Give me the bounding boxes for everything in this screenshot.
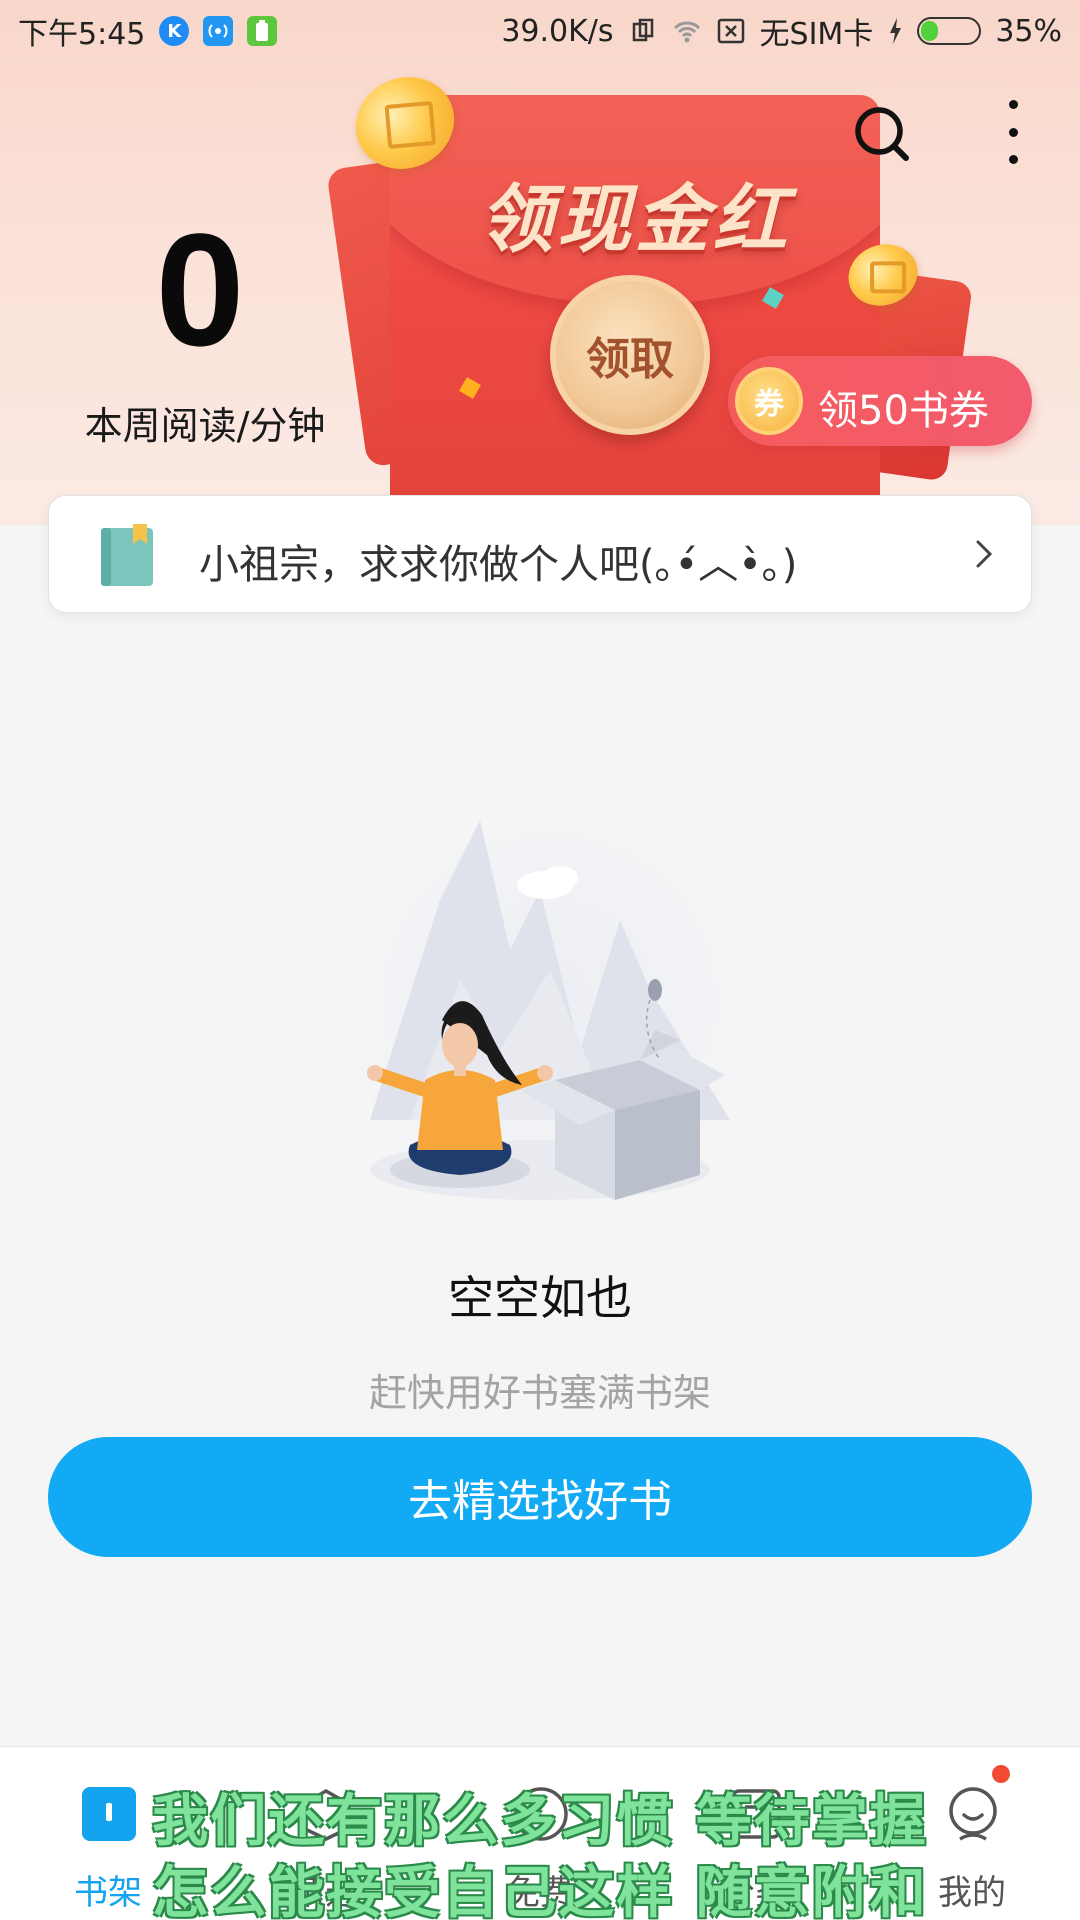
search-icon[interactable] <box>852 104 912 164</box>
battery-saver-icon <box>247 16 278 46</box>
sim-status: 无SIM卡 <box>759 17 874 52</box>
status-bar: 下午5:45 K 39.0K/s 无SIM卡 35% <box>0 0 1080 62</box>
kugou-icon: K <box>159 16 190 46</box>
notice-card[interactable]: 小祖宗，求求你做个人吧(｡•́︿•̀｡) <box>48 495 1032 613</box>
empty-shelf-illustration <box>355 820 745 1215</box>
voucher-label: 领50书券 <box>818 388 989 434</box>
book-icon <box>101 524 153 586</box>
status-time: 下午5:45 <box>18 17 146 52</box>
weekly-reading-label: 本周阅读/分钟 <box>84 404 326 448</box>
chevron-right-icon <box>976 540 993 568</box>
weekly-reading-minutes: 0 <box>155 200 245 379</box>
lyric-overlay-line-1: 我们还有那么多习惯 等待掌握 <box>152 1789 928 1854</box>
battery-icon <box>917 17 982 45</box>
data-transfer-icon <box>632 18 653 42</box>
empty-state-title: 空空如也 <box>448 1271 632 1325</box>
battery-percent: 35% <box>995 13 1062 49</box>
more-options-icon[interactable] <box>998 100 1028 164</box>
voucher-coin-icon: 券 <box>735 367 803 435</box>
wifi-icon <box>673 21 700 43</box>
notice-text: 小祖宗，求求你做个人吧(｡•́︿•̀｡) <box>199 542 798 588</box>
empty-state-subtitle: 赶快用好书塞满书架 <box>368 1371 711 1415</box>
lyric-overlay-line-2: 怎么能接受自己这样 随意附和 <box>152 1861 928 1920</box>
no-sim-icon <box>717 18 744 44</box>
network-speed: 39.0K/s <box>501 13 614 49</box>
hotspot-icon <box>203 16 234 46</box>
browse-featured-button[interactable]: 去精选找好书 <box>48 1437 1032 1557</box>
claim-button[interactable]: 领取 <box>550 275 710 435</box>
charging-icon <box>890 18 902 44</box>
